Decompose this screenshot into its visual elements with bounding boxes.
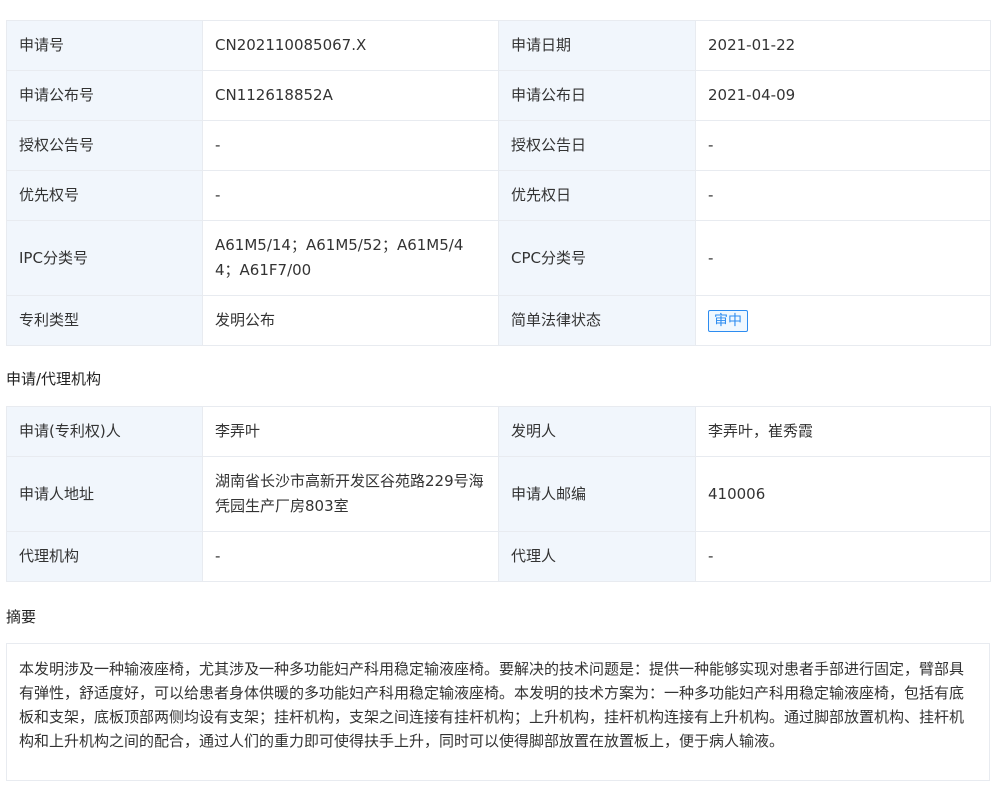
table-row: 授权公告号 - 授权公告日 - xyxy=(6,120,991,171)
applicant-address: 湖南省长沙市高新开发区谷苑路229号海凭园生产厂房803室 xyxy=(202,456,499,532)
field-label: 代理人 xyxy=(498,531,696,582)
application-date: 2021-01-22 xyxy=(695,20,991,71)
table-row: IPC分类号 A61M5/14；A61M5/52；A61M5/44；A61F7/… xyxy=(6,220,991,296)
field-label: 专利类型 xyxy=(6,295,203,346)
table-row: 申请人地址 湖南省长沙市高新开发区谷苑路229号海凭园生产厂房803室 申请人邮… xyxy=(6,456,991,532)
table-row: 代理机构 - 代理人 - xyxy=(6,531,991,582)
field-label: 简单法律状态 xyxy=(498,295,696,346)
cpc-classification: - xyxy=(695,220,991,296)
priority-number: - xyxy=(202,170,499,221)
ipc-classification: A61M5/14；A61M5/52；A61M5/44；A61F7/00 xyxy=(202,220,499,296)
table-row: 申请号 CN202110085067.X 申请日期 2021-01-22 xyxy=(6,20,991,71)
field-label: 申请号 xyxy=(6,20,203,71)
basic-info-table: 申请号 CN202110085067.X 申请日期 2021-01-22 申请公… xyxy=(6,20,991,346)
priority-date: - xyxy=(695,170,991,221)
field-label: IPC分类号 xyxy=(6,220,203,296)
field-label: 授权公告号 xyxy=(6,120,203,171)
table-row: 申请公布号 CN112618852A 申请公布日 2021-04-09 xyxy=(6,70,991,121)
inventors: 李弄叶，崔秀霞 xyxy=(695,406,991,457)
field-label: 申请日期 xyxy=(498,20,696,71)
field-label: 申请(专利权)人 xyxy=(6,406,203,457)
patent-type: 发明公布 xyxy=(202,295,499,346)
field-label: CPC分类号 xyxy=(498,220,696,296)
grant-date: - xyxy=(695,120,991,171)
legal-status-badge: 审中 xyxy=(708,310,748,332)
field-label: 发明人 xyxy=(498,406,696,457)
legal-status-cell: 审中 xyxy=(695,295,991,346)
agency-table: 申请(专利权)人 李弄叶 发明人 李弄叶，崔秀霞 申请人地址 湖南省长沙市高新开… xyxy=(6,406,991,582)
agent-name: - xyxy=(695,531,991,582)
field-label: 申请人地址 xyxy=(6,456,203,532)
table-row: 专利类型 发明公布 简单法律状态 审中 xyxy=(6,295,991,346)
agency-name: - xyxy=(202,531,499,582)
field-label: 优先权日 xyxy=(498,170,696,221)
application-number: CN202110085067.X xyxy=(202,20,499,71)
field-label: 申请公布日 xyxy=(498,70,696,121)
applicant-postcode: 410006 xyxy=(695,456,991,532)
table-row: 申请(专利权)人 李弄叶 发明人 李弄叶，崔秀霞 xyxy=(6,406,991,457)
publication-number: CN112618852A xyxy=(202,70,499,121)
field-label: 授权公告日 xyxy=(498,120,696,171)
publication-date: 2021-04-09 xyxy=(695,70,991,121)
field-label: 申请人邮编 xyxy=(498,456,696,532)
grant-number: - xyxy=(202,120,499,171)
field-label: 代理机构 xyxy=(6,531,203,582)
applicant: 李弄叶 xyxy=(202,406,499,457)
field-label: 申请公布号 xyxy=(6,70,203,121)
field-label: 优先权号 xyxy=(6,170,203,221)
agency-section-title: 申请/代理机构 xyxy=(6,370,102,388)
abstract-section-title: 摘要 xyxy=(6,608,37,626)
abstract-text: 本发明涉及一种输液座椅，尤其涉及一种多功能妇产科用稳定输液座椅。要解决的技术问题… xyxy=(6,643,990,781)
table-row: 优先权号 - 优先权日 - xyxy=(6,170,991,221)
